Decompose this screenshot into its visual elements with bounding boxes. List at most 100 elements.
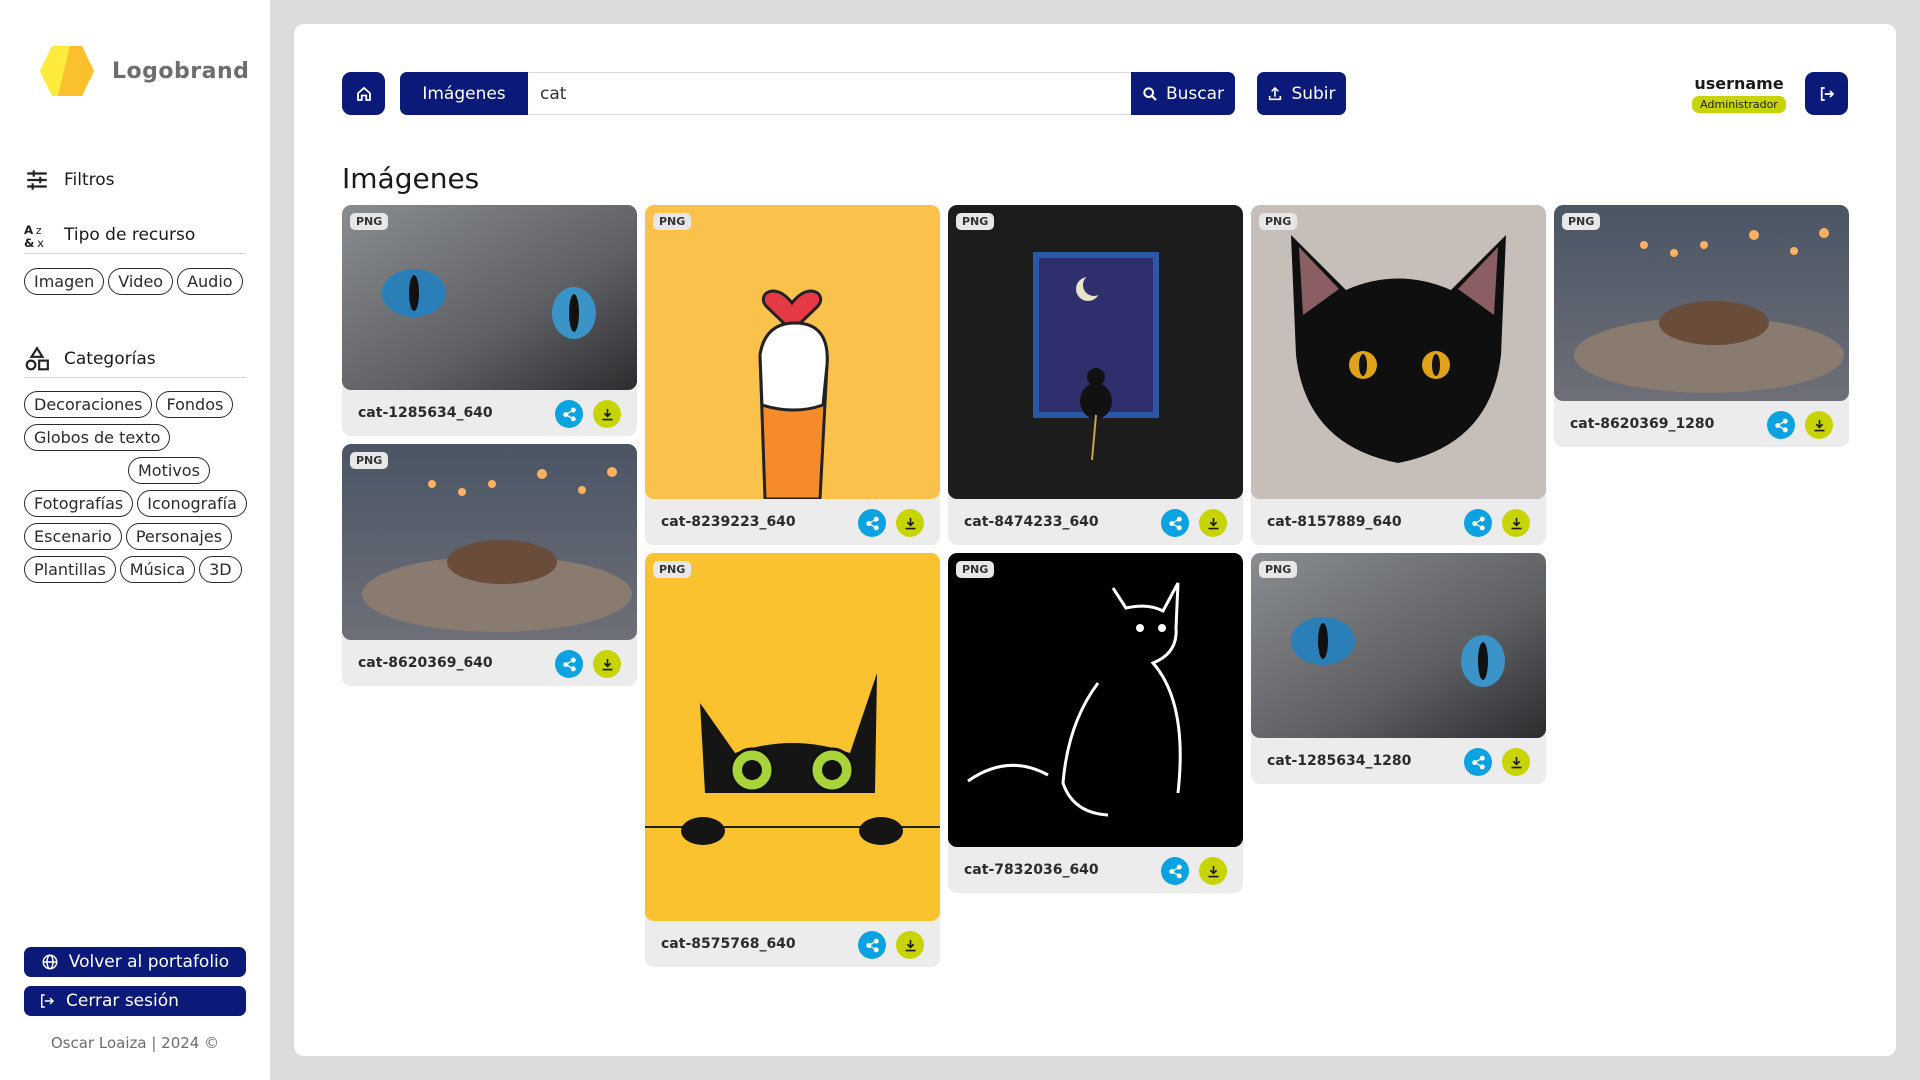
- download-button[interactable]: [1199, 509, 1227, 537]
- format-badge: PNG: [350, 213, 389, 230]
- format-badge: PNG: [653, 213, 692, 230]
- share-button[interactable]: [1161, 509, 1189, 537]
- image-card[interactable]: PNG cat-8620369_1280: [1554, 205, 1849, 447]
- card-image[interactable]: PNG: [1251, 553, 1546, 738]
- chip-iconografia[interactable]: Iconografía: [137, 490, 247, 517]
- share-button[interactable]: [1767, 411, 1795, 439]
- user-info: username Administrador: [1684, 74, 1794, 113]
- search-button-label: Buscar: [1165, 83, 1225, 104]
- card-image[interactable]: PNG: [948, 205, 1243, 499]
- download-button[interactable]: [593, 650, 621, 678]
- svg-text:&: &: [24, 236, 34, 248]
- file-name: cat-1285634_640: [358, 405, 493, 421]
- home-button[interactable]: [342, 72, 385, 115]
- card-footer: cat-8575768_640: [645, 921, 940, 967]
- chip-globos-de-texto[interactable]: Globos de texto: [24, 424, 171, 451]
- card-image[interactable]: PNG: [645, 205, 940, 499]
- logout-icon: [1820, 86, 1834, 101]
- image-card[interactable]: PNG cat-8474233_640: [948, 205, 1243, 545]
- cat-window-image: [948, 205, 1243, 499]
- download-icon: [602, 658, 612, 670]
- chip-fondos[interactable]: Fondos: [156, 391, 234, 418]
- file-name: cat-8620369_1280: [1570, 416, 1715, 432]
- chip-musica[interactable]: Música: [119, 556, 196, 583]
- divider: [24, 253, 246, 254]
- image-card[interactable]: PNG cat-8239223_640: [645, 205, 940, 545]
- card-image[interactable]: PNG: [342, 205, 637, 390]
- black-kitten-peeking-image: [645, 553, 940, 921]
- card-image[interactable]: PNG: [1251, 205, 1546, 499]
- image-card[interactable]: PNG cat-1285634_640: [342, 205, 637, 436]
- chip-fotografias[interactable]: Fotografías: [24, 490, 134, 517]
- download-button[interactable]: [1199, 857, 1227, 885]
- divider: [24, 377, 246, 378]
- logout-button[interactable]: [1805, 72, 1848, 115]
- chip-audio[interactable]: Audio: [177, 268, 243, 295]
- upload-label: Subir: [1291, 83, 1336, 104]
- chip-motivos[interactable]: Motivos: [128, 457, 210, 484]
- share-button[interactable]: [1464, 509, 1492, 537]
- download-button[interactable]: [896, 931, 924, 959]
- chip-imagen[interactable]: Imagen: [24, 268, 105, 295]
- resource-type-label: Tipo de recurso: [64, 225, 196, 245]
- card-footer: cat-8620369_640: [342, 640, 637, 686]
- download-icon: [1814, 419, 1824, 431]
- download-button[interactable]: [896, 509, 924, 537]
- share-button[interactable]: [555, 650, 583, 678]
- share-button[interactable]: [1464, 748, 1492, 776]
- image-card[interactable]: PNG cat-8575768_640: [645, 553, 940, 967]
- logout-label: Cerrar sesión: [66, 991, 179, 1011]
- card-footer: cat-8157889_640: [1251, 499, 1546, 545]
- share-button[interactable]: [858, 509, 886, 537]
- chip-3d[interactable]: 3D: [199, 556, 242, 583]
- search-button[interactable]: Buscar: [1131, 72, 1235, 115]
- search-input[interactable]: [528, 72, 1131, 115]
- download-button[interactable]: [593, 400, 621, 428]
- brand[interactable]: Logobrand: [38, 44, 249, 98]
- filters-heading: Filtros: [24, 167, 115, 193]
- share-icon: [562, 657, 576, 671]
- section-title: Imágenes: [342, 162, 480, 195]
- resource-type-select[interactable]: Imágenes: [400, 72, 528, 115]
- cat-photo-image: [342, 205, 637, 390]
- share-button[interactable]: [555, 400, 583, 428]
- chip-escenario[interactable]: Escenario: [24, 523, 122, 550]
- share-button[interactable]: [858, 931, 886, 959]
- chip-plantillas[interactable]: Plantillas: [24, 556, 116, 583]
- line-art-cat-image: [948, 553, 1243, 847]
- download-icon: [905, 939, 915, 951]
- download-icon: [602, 408, 612, 420]
- search-icon: [1143, 86, 1157, 101]
- share-icon: [1168, 864, 1182, 878]
- image-card[interactable]: PNG cat-1285634_1280: [1251, 553, 1546, 784]
- card-image[interactable]: PNG: [1554, 205, 1849, 401]
- card-image[interactable]: PNG: [948, 553, 1243, 847]
- format-badge: PNG: [1259, 213, 1298, 230]
- download-button[interactable]: [1502, 509, 1530, 537]
- download-icon: [1208, 517, 1218, 529]
- logout-icon: [41, 994, 55, 1008]
- chip-video[interactable]: Video: [108, 268, 174, 295]
- logout-sidebar-button[interactable]: Cerrar sesión: [24, 986, 246, 1016]
- image-card[interactable]: PNG cat-8620369_640: [342, 444, 637, 686]
- sidebar: Logobrand Filtros A z & x Tipo de recurs…: [0, 0, 270, 1080]
- image-card[interactable]: PNG cat-8157889_640: [1251, 205, 1546, 545]
- download-button[interactable]: [1502, 748, 1530, 776]
- download-icon: [1511, 756, 1521, 768]
- file-name: cat-8474233_640: [964, 514, 1099, 530]
- card-image[interactable]: PNG: [342, 444, 637, 640]
- download-button[interactable]: [1805, 411, 1833, 439]
- chip-personajes[interactable]: Personajes: [125, 523, 233, 550]
- chip-spacer: [24, 457, 124, 484]
- resource-type-chips: Imagen Video Audio: [24, 268, 254, 295]
- file-name: cat-8157889_640: [1267, 514, 1402, 530]
- categories-heading: Categorías: [24, 346, 156, 372]
- image-card[interactable]: PNG cat-7832036_640: [948, 553, 1243, 893]
- share-button[interactable]: [1161, 857, 1189, 885]
- upload-button[interactable]: Subir: [1257, 72, 1346, 115]
- card-image[interactable]: PNG: [645, 553, 940, 921]
- sleeping-cat-image: [342, 444, 637, 640]
- chip-decoraciones[interactable]: Decoraciones: [24, 391, 153, 418]
- search-bar: Imágenes Buscar: [400, 72, 1235, 115]
- portfolio-button[interactable]: Volver al portafolio: [24, 947, 246, 977]
